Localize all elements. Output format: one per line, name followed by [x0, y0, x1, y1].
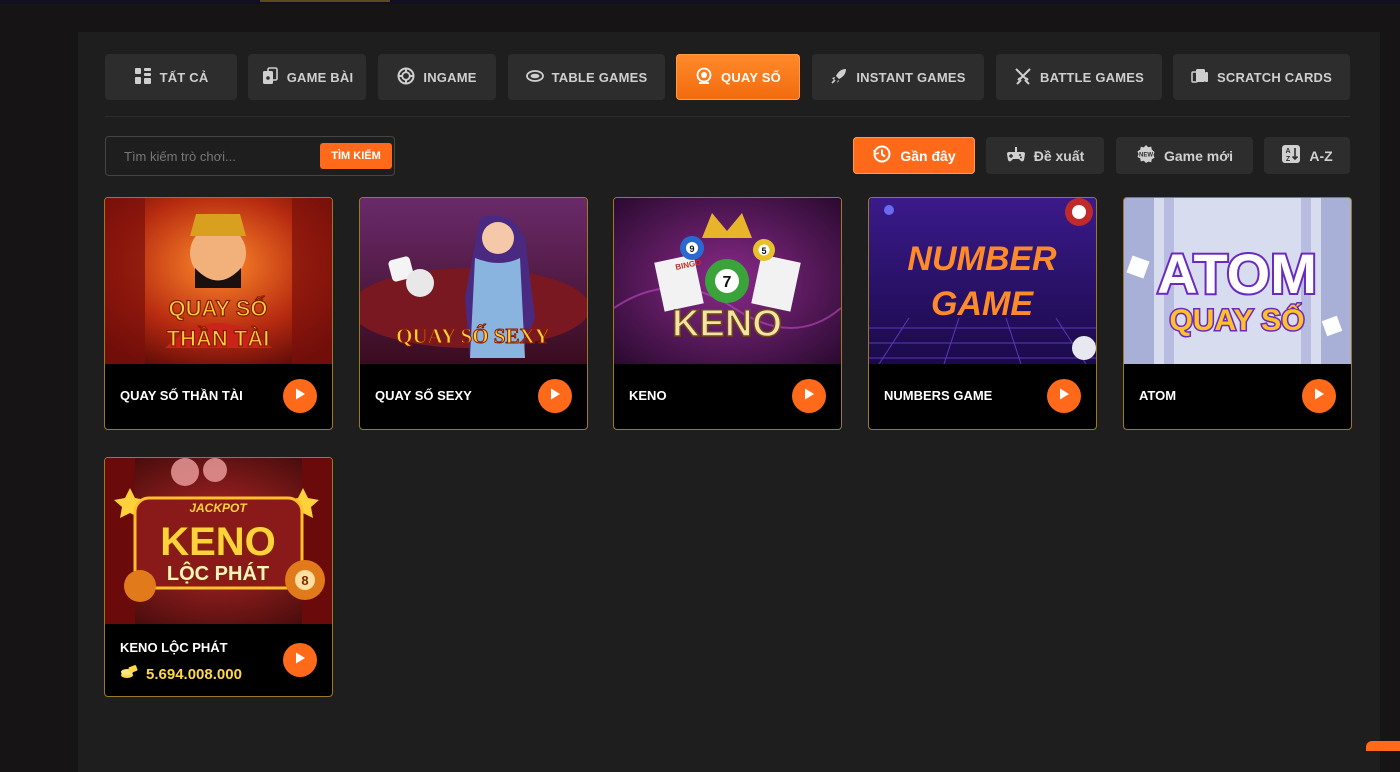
- scratch-card-icon: [1191, 67, 1209, 88]
- svg-text:7: 7: [723, 274, 732, 291]
- play-icon: [293, 387, 307, 406]
- tab-battle-games[interactable]: BATTLE GAMES: [996, 54, 1162, 100]
- game-name: QUAY SỐ SEXY: [375, 388, 472, 403]
- cards-icon: [261, 66, 279, 88]
- tab-label: QUAY SỐ: [721, 69, 781, 85]
- play-button[interactable]: [283, 379, 317, 413]
- game-name: KENO LỘC PHÁT: [120, 640, 228, 655]
- search-input[interactable]: [106, 137, 311, 175]
- tab-ingame[interactable]: INGAME: [378, 54, 496, 100]
- play-icon: [293, 651, 307, 670]
- play-button[interactable]: [1302, 379, 1336, 413]
- az-sort-icon: AZ: [1281, 144, 1301, 167]
- tab-table-games[interactable]: TABLE GAMES: [508, 54, 665, 100]
- game-thumbnail: BINGO 7 9 5 KENO: [614, 198, 841, 364]
- svg-text:A: A: [1286, 148, 1291, 155]
- search-button[interactable]: TÌM KIẾM: [320, 143, 392, 169]
- game-name: ATOM: [1139, 388, 1177, 403]
- tab-all[interactable]: TẤT CẢ: [105, 54, 237, 100]
- game-thumbnail: NUMBER GAME: [869, 198, 1096, 364]
- sort-label: Gần đây: [900, 147, 956, 164]
- search-box: TÌM KIẾM: [105, 136, 395, 176]
- game-thumbnail: QUAY SỐ THẦN TÀI: [105, 198, 332, 364]
- tab-label: TABLE GAMES: [551, 69, 648, 85]
- gamepad-icon: [1006, 144, 1026, 167]
- table-icon: [525, 67, 544, 88]
- play-icon: [548, 387, 562, 406]
- svg-text:ATOM: ATOM: [1157, 242, 1317, 305]
- svg-text:NUMBER: NUMBER: [907, 240, 1057, 278]
- game-card-keno[interactable]: BINGO 7 9 5 KENO KENO: [613, 197, 842, 430]
- tab-label: BATTLE GAMES: [1040, 69, 1144, 85]
- swords-icon: [1014, 67, 1032, 88]
- game-card-quay-so-sexy[interactable]: QUAY SỐ SEXY QUAY SỐ SEXY: [359, 197, 588, 430]
- recent-icon: [872, 144, 892, 167]
- sort-label: A-Z: [1309, 147, 1333, 164]
- game-card-keno-loc-phat[interactable]: JACKPOT KENO LỘC PHÁT 8 KENO LỘC PHÁT 5.…: [104, 457, 333, 697]
- tab-label: GAME BÀI: [286, 69, 354, 85]
- game-name: QUAY SỐ THẦN TÀI: [120, 388, 243, 403]
- svg-text:QUAY SỐ SEXY: QUAY SỐ SEXY: [396, 324, 550, 348]
- play-button[interactable]: [1047, 379, 1081, 413]
- svg-text:GAME: GAME: [931, 285, 1034, 323]
- coins-icon: [120, 664, 138, 685]
- game-card-atom[interactable]: ATOM QUAY SỐ ATOM: [1123, 197, 1352, 430]
- tab-lottery[interactable]: QUAY SỐ: [676, 54, 800, 100]
- play-button[interactable]: [538, 379, 572, 413]
- tab-label: TẤT CẢ: [159, 69, 209, 85]
- play-icon: [1312, 387, 1326, 406]
- grid-icon: [134, 67, 152, 88]
- tab-card-games[interactable]: GAME BÀI: [248, 54, 366, 100]
- tab-label: INSTANT GAMES: [856, 69, 966, 85]
- svg-text:NEW: NEW: [1139, 153, 1153, 159]
- lottery-icon: [695, 67, 713, 88]
- divider: [105, 116, 1350, 117]
- svg-text:Z: Z: [1286, 156, 1291, 163]
- svg-text:9: 9: [689, 244, 694, 254]
- tab-instant-games[interactable]: INSTANT GAMES: [812, 54, 984, 100]
- tab-label: INGAME: [423, 69, 477, 85]
- sort-label: Đề xuất: [1033, 147, 1085, 164]
- svg-text:THẦN TÀI: THẦN TÀI: [167, 326, 270, 351]
- sort-new-games[interactable]: NEW Game mới: [1116, 137, 1253, 174]
- tab-label: SCRATCH CARDS: [1216, 69, 1333, 85]
- play-icon: [1057, 387, 1071, 406]
- game-thumbnail: QUAY SỐ SEXY: [360, 198, 587, 364]
- game-card-numbers-game[interactable]: NUMBER GAME NUMBERS GAME: [868, 197, 1097, 430]
- top-glow: [260, 0, 390, 2]
- game-lobby-panel: TẤT CẢ GAME BÀI INGAME TABLE GAMES QUAY …: [78, 32, 1380, 772]
- top-strip: [0, 0, 1400, 4]
- play-icon: [802, 387, 816, 406]
- game-thumbnail: JACKPOT KENO LỘC PHÁT 8: [105, 458, 332, 624]
- svg-text:LỘC PHÁT: LỘC PHÁT: [167, 561, 269, 585]
- svg-text:8: 8: [301, 573, 308, 588]
- sort-recent[interactable]: Gần đây: [853, 137, 975, 174]
- game-card-quay-so-than-tai[interactable]: QUAY SỐ THẦN TÀI QUAY SỐ THẦN TÀI: [104, 197, 333, 430]
- floating-corner-button[interactable]: [1366, 741, 1400, 751]
- svg-text:JACKPOT: JACKPOT: [189, 501, 248, 515]
- svg-text:QUAY SỐ: QUAY SỐ: [1169, 303, 1304, 337]
- sort-a-z[interactable]: AZ A-Z: [1264, 137, 1350, 174]
- play-button[interactable]: [283, 643, 317, 677]
- game-name: NUMBERS GAME: [884, 388, 993, 403]
- jackpot-amount: 5.694.008.000: [120, 664, 242, 685]
- tab-scratch-cards[interactable]: SCRATCH CARDS: [1173, 54, 1350, 100]
- rocket-icon: [830, 67, 848, 88]
- sort-label: Game mới: [1163, 147, 1234, 164]
- new-badge-icon: NEW: [1136, 144, 1156, 167]
- game-thumbnail: ATOM QUAY SỐ: [1124, 198, 1351, 364]
- play-button[interactable]: [792, 379, 826, 413]
- sort-suggested[interactable]: Đề xuất: [986, 137, 1104, 174]
- svg-text:KENO: KENO: [672, 303, 782, 345]
- chip-icon: [397, 67, 415, 88]
- jackpot-value: 5.694.008.000: [146, 666, 242, 683]
- game-name: KENO: [629, 388, 667, 403]
- svg-text:5: 5: [761, 246, 766, 256]
- svg-text:KENO: KENO: [160, 520, 276, 564]
- svg-text:QUAY SỐ: QUAY SỐ: [168, 295, 267, 321]
